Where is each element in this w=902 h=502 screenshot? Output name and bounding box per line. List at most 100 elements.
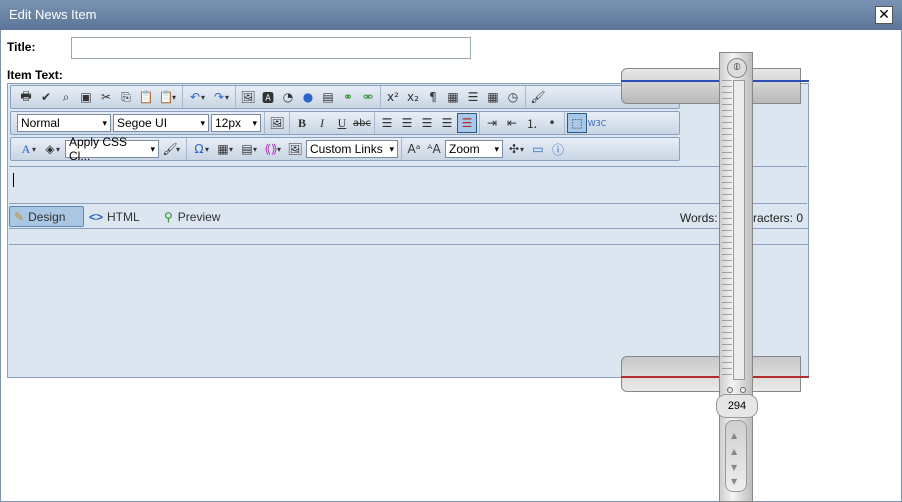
toolbar-row-1: 🖶 ✔ ⌕ ▣ ✂ ⎘ 📋 📋 ▾ ↶ ▾ ↷ ▾ 🖼 🅰 ◔ ● ▤ ⚭ ⚮ x² … <box>10 85 680 109</box>
set-image-properties-icon[interactable]: 🖼 <box>285 139 305 159</box>
tab-design[interactable]: ✎ Design <box>9 206 84 227</box>
pencil-icon: ✎ <box>14 209 25 224</box>
outdent-icon[interactable]: ⇤ <box>502 113 522 133</box>
flash-manager-icon[interactable]: 🅰 <box>258 87 278 107</box>
image-manager-icon[interactable]: 🖼 <box>238 87 258 107</box>
editor-content-area[interactable] <box>9 166 807 204</box>
chevron-down-icon[interactable]: ▾ <box>201 93 209 102</box>
indent-icon[interactable]: ⇥ <box>482 113 502 133</box>
spellcheck-icon[interactable]: ✔ <box>36 87 56 107</box>
zoom-dropdown[interactable]: Zoom <box>445 140 503 158</box>
caliper-readout: 294 <box>716 394 758 418</box>
caliper-dot-icon[interactable] <box>727 387 733 393</box>
divider <box>9 244 808 245</box>
find-replace-icon[interactable]: ⌕ <box>56 87 76 107</box>
toolbar-group-insert: x² x₂ ¶ ▦ ☰ ▦ ◷ <box>381 86 526 108</box>
close-icon[interactable]: ✕ <box>875 6 893 24</box>
insert-date-time-icon[interactable]: ▦ <box>483 87 503 107</box>
image-map-icon[interactable]: 🖼 <box>267 113 287 133</box>
strikethrough-icon[interactable]: abc <box>352 113 372 133</box>
caliper-bottom-edge <box>621 376 809 378</box>
track-changes-icon[interactable]: ▭ <box>528 139 548 159</box>
subscript-icon[interactable]: x₂ <box>403 87 423 107</box>
chevron-down-icon[interactable]: ▾ <box>225 93 233 102</box>
chevron-down-icon[interactable]: ▾ <box>229 145 237 154</box>
justify-icon[interactable]: ☰ <box>437 113 457 133</box>
cut-icon[interactable]: ✂ <box>96 87 116 107</box>
about-icon[interactable]: ⓘ <box>548 139 568 159</box>
toolbar-row-3: A▾ ◈▾ Apply CSS Cl... 🖌▾ Ω▾ ▦▾ ▤▾ ⟪⟫▾ 🖼 … <box>10 135 680 163</box>
apply-css-class-dropdown[interactable]: Apply CSS Cl... <box>65 135 159 163</box>
remove-alignment-icon[interactable]: ☰ <box>457 113 477 133</box>
bold-icon[interactable]: B <box>292 113 312 133</box>
toolbar-group-lists: ⇥ ⇤ ⒈ • <box>480 112 565 134</box>
caliper-top-jaw[interactable] <box>621 68 801 104</box>
magnifier-icon: ⚲ <box>164 209 173 224</box>
tab-preview[interactable]: ⚲ Preview <box>164 206 234 227</box>
caliper-dot-icon[interactable] <box>740 387 746 393</box>
copy-icon[interactable]: ⎘ <box>116 87 136 107</box>
custom-links-dropdown[interactable]: Custom Links <box>306 140 398 158</box>
item-text-label: Item Text: <box>7 68 63 82</box>
align-center-icon[interactable]: ☰ <box>397 113 417 133</box>
italic-icon[interactable]: I <box>312 113 332 133</box>
rich-text-editor: 🖶 ✔ ⌕ ▣ ✂ ⎘ 📋 📋 ▾ ↶ ▾ ↷ ▾ 🖼 🅰 ◔ ● ▤ ⚭ ⚮ x² … <box>7 83 809 378</box>
caliper-settings-icon[interactable]: ⦶ <box>727 58 747 78</box>
chevron-down-icon[interactable]: ▾ <box>176 145 184 154</box>
paragraph-icon[interactable]: ¶ <box>423 87 443 107</box>
arrow-down-icon[interactable]: ▼ <box>731 463 737 472</box>
hyperlink-icon[interactable]: ⚭ <box>338 87 358 107</box>
toolbar-group-zoom: Aᵃ ᴬA Zoom ✣▾ ▭ ⓘ <box>402 138 570 160</box>
chevron-down-icon[interactable]: ▾ <box>32 145 40 154</box>
chevron-down-icon[interactable]: ▾ <box>172 93 180 102</box>
tab-html[interactable]: <> HTML <box>89 206 149 227</box>
code-icon: <> <box>89 209 104 224</box>
paragraph-style-dropdown[interactable]: Normal <box>17 114 111 132</box>
media-manager-icon[interactable]: ◔ <box>278 87 298 107</box>
select-all-icon[interactable]: ▣ <box>76 87 96 107</box>
bulleted-list-icon[interactable]: • <box>542 113 562 133</box>
tab-design-label: Design <box>28 209 66 224</box>
remove-link-icon[interactable]: ⚮ <box>358 87 378 107</box>
superscript-icon[interactable]: x² <box>383 87 403 107</box>
arrow-up-icon[interactable]: ▲ <box>731 447 737 456</box>
underline-icon[interactable]: U <box>332 113 352 133</box>
title-input[interactable] <box>71 37 471 59</box>
tab-preview-label: Preview <box>177 209 221 224</box>
caliper-slider[interactable]: ▲ ▲ ▼ ▼ <box>725 420 747 492</box>
toggle-borders-icon[interactable]: ⬚ <box>567 113 587 133</box>
insert-time-icon[interactable]: ◷ <box>503 87 523 107</box>
align-right-icon[interactable]: ☰ <box>417 113 437 133</box>
toolbar-group-colors: A▾ ◈▾ Apply CSS Cl... 🖌▾ <box>14 135 187 163</box>
template-manager-icon[interactable]: ▤ <box>318 87 338 107</box>
insert-date-icon[interactable]: ▦ <box>443 87 463 107</box>
convert-to-upper-icon[interactable]: Aᵃ <box>404 139 424 159</box>
xhtml-validator-icon[interactable]: W3C <box>587 113 607 133</box>
caliper-bottom-jaw[interactable] <box>621 356 801 392</box>
toolbar-group-tools: ⬚ W3C <box>565 112 609 134</box>
editor-mode-bar: ✎ Design <> HTML ⚲ Preview Words: 0 Char… <box>8 204 808 230</box>
align-left-icon[interactable]: ☰ <box>377 113 397 133</box>
chevron-down-icon[interactable]: ▾ <box>56 145 64 154</box>
chevron-down-icon[interactable]: ▾ <box>277 145 285 154</box>
chevron-down-icon[interactable]: ▾ <box>205 145 213 154</box>
arrow-up-icon[interactable]: ▲ <box>731 431 737 440</box>
window-title: Edit News Item <box>9 7 97 22</box>
numbered-list-icon[interactable]: ⒈ <box>522 113 542 133</box>
toolbar-group-format: 🖌 <box>526 86 550 108</box>
document-manager-icon[interactable]: ● <box>298 87 318 107</box>
font-name-dropdown[interactable]: Segoe UI <box>113 114 209 132</box>
format-stripper-icon[interactable]: 🖌 <box>528 87 548 107</box>
arrow-down-icon[interactable]: ▼ <box>731 477 737 486</box>
toolbar-group-text-style: B I U abc <box>290 112 375 134</box>
titlebar: Edit News Item ✕ <box>0 0 902 30</box>
chevron-down-icon[interactable]: ▾ <box>253 145 261 154</box>
print-icon[interactable]: 🖶 <box>16 87 36 107</box>
tab-html-label: HTML <box>107 209 140 224</box>
convert-to-lower-icon[interactable]: ᴬA <box>424 139 444 159</box>
toolbar-group-alignment: ☰ ☰ ☰ ☰ ☰ <box>375 112 480 134</box>
font-size-dropdown[interactable]: 12px <box>211 114 261 132</box>
format-code-block-icon[interactable]: ☰ <box>463 87 483 107</box>
paste-icon[interactable]: 📋 <box>136 87 156 107</box>
chevron-down-icon[interactable]: ▾ <box>520 145 528 154</box>
